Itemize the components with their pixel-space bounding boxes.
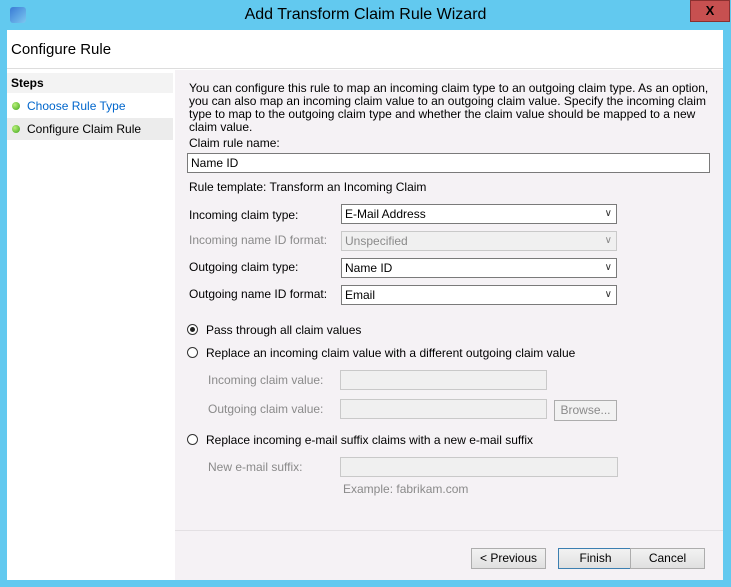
previous-button[interactable]: < Previous <box>471 548 546 569</box>
selected-value: Email <box>345 288 376 302</box>
divider <box>175 530 723 531</box>
window-title: Add Transform Claim Rule Wizard <box>244 6 487 23</box>
cancel-button[interactable]: Cancel <box>630 548 705 569</box>
pass-through-radio[interactable] <box>187 324 198 335</box>
finish-button[interactable]: Finish <box>558 548 633 569</box>
outgoing-claim-value-label: Outgoing claim value: <box>208 402 324 416</box>
outgoing-name-id-format-select[interactable]: Email ∨ <box>341 285 617 305</box>
status-dot-icon <box>12 125 20 133</box>
selected-value: E-Mail Address <box>345 207 426 221</box>
replace-value-radio[interactable] <box>187 347 198 358</box>
steps-panel: Steps Choose Rule Type Configure Claim R… <box>7 70 173 580</box>
steps-heading: Steps <box>7 73 173 93</box>
status-dot-icon <box>12 102 20 110</box>
replace-suffix-radio[interactable] <box>187 434 198 445</box>
step-configure-claim-rule[interactable]: Configure Claim Rule <box>7 118 173 140</box>
replace-value-label: Replace an incoming claim value with a d… <box>206 346 576 360</box>
outgoing-claim-value-input[interactable] <box>340 399 547 419</box>
incoming-name-id-format-select[interactable]: Unspecified ∨ <box>341 231 617 251</box>
selected-value: Name ID <box>345 261 393 275</box>
chevron-down-icon: ∨ <box>604 235 612 246</box>
chevron-down-icon: ∨ <box>604 208 612 219</box>
wizard-window: Add Transform Claim Rule Wizard X Config… <box>0 0 731 587</box>
step-label: Choose Rule Type <box>27 99 126 113</box>
incoming-name-id-format-label: Incoming name ID format: <box>189 233 328 247</box>
rule-name-label: Claim rule name: <box>189 136 280 150</box>
step-label: Configure Claim Rule <box>27 122 142 136</box>
close-button[interactable]: X <box>690 0 730 22</box>
outgoing-claim-type-label: Outgoing claim type: <box>189 260 299 274</box>
pass-through-label: Pass through all claim values <box>206 323 362 337</box>
suffix-example: Example: fabrikam.com <box>343 482 469 496</box>
new-suffix-label: New e-mail suffix: <box>208 460 303 474</box>
outgoing-name-id-format-label: Outgoing name ID format: <box>189 287 328 301</box>
incoming-claim-value-label: Incoming claim value: <box>208 373 324 387</box>
rule-name-input[interactable]: Name ID <box>187 153 710 173</box>
chevron-down-icon: ∨ <box>604 289 612 300</box>
content-panel: You can configure this rule to map an in… <box>175 70 723 580</box>
browse-button[interactable]: Browse... <box>554 400 617 421</box>
incoming-claim-value-input[interactable] <box>340 370 547 390</box>
chevron-down-icon: ∨ <box>604 262 612 273</box>
rule-template: Rule template: Transform an Incoming Cla… <box>189 180 427 194</box>
step-choose-rule-type[interactable]: Choose Rule Type <box>7 95 173 117</box>
page-title: Configure Rule <box>11 41 112 58</box>
replace-suffix-label: Replace incoming e-mail suffix claims wi… <box>206 433 534 447</box>
description: You can configure this rule to map an in… <box>189 81 709 134</box>
outgoing-claim-type-select[interactable]: Name ID ∨ <box>341 258 617 278</box>
page-header: Configure Rule <box>7 30 723 69</box>
new-suffix-input[interactable] <box>340 457 618 477</box>
incoming-claim-type-select[interactable]: E-Mail Address ∨ <box>341 204 617 224</box>
incoming-claim-type-label: Incoming claim type: <box>189 208 299 222</box>
selected-value: Unspecified <box>345 234 408 248</box>
